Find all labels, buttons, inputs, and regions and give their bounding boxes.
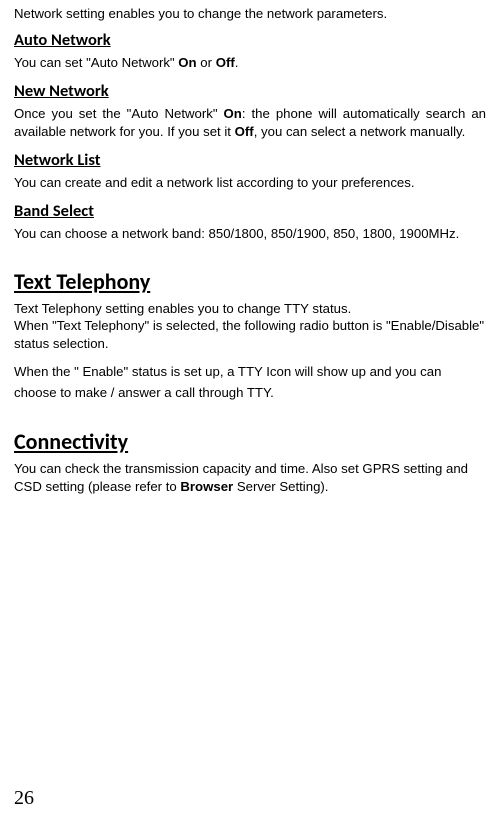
auto-network-mid1: or — [197, 55, 216, 70]
band-select-heading: Band Select — [14, 200, 486, 222]
auto-network-heading: Auto Network — [14, 29, 486, 51]
new-network-post1: , you can select a network manually. — [254, 124, 466, 139]
new-network-off: Off — [235, 124, 254, 139]
new-network-body: Once you set the "Auto Network" On: the … — [14, 105, 486, 141]
auto-network-post1: . — [235, 55, 239, 70]
new-network-heading: New Network — [14, 80, 486, 102]
new-network-on: On — [224, 106, 242, 121]
auto-network-off: Off — [216, 55, 235, 70]
auto-network-body: You can set "Auto Network" On or Off. — [14, 54, 486, 72]
band-select-body: You can choose a network band: 850/1800,… — [14, 225, 486, 243]
network-intro: Network setting enables you to change th… — [14, 5, 486, 23]
text-telephony-body2: When the " Enable" status is set up, a T… — [14, 361, 486, 403]
new-network-pre1: Once you set the "Auto Network" — [14, 106, 224, 121]
page-number: 26 — [14, 785, 34, 812]
network-list-heading: Network List — [14, 149, 486, 171]
auto-network-on: On — [178, 55, 196, 70]
connectivity-browser: Browser — [180, 479, 233, 494]
connectivity-post1: Server Setting). — [233, 479, 328, 494]
text-telephony-heading: Text Telephony — [14, 267, 486, 297]
text-telephony-body1: Text Telephony setting enables you to ch… — [14, 300, 486, 353]
connectivity-heading: Connectivity — [14, 427, 486, 457]
connectivity-body: You can check the transmission capacity … — [14, 460, 486, 496]
auto-network-pre1: You can set "Auto Network" — [14, 55, 178, 70]
network-list-body: You can create and edit a network list a… — [14, 174, 486, 192]
